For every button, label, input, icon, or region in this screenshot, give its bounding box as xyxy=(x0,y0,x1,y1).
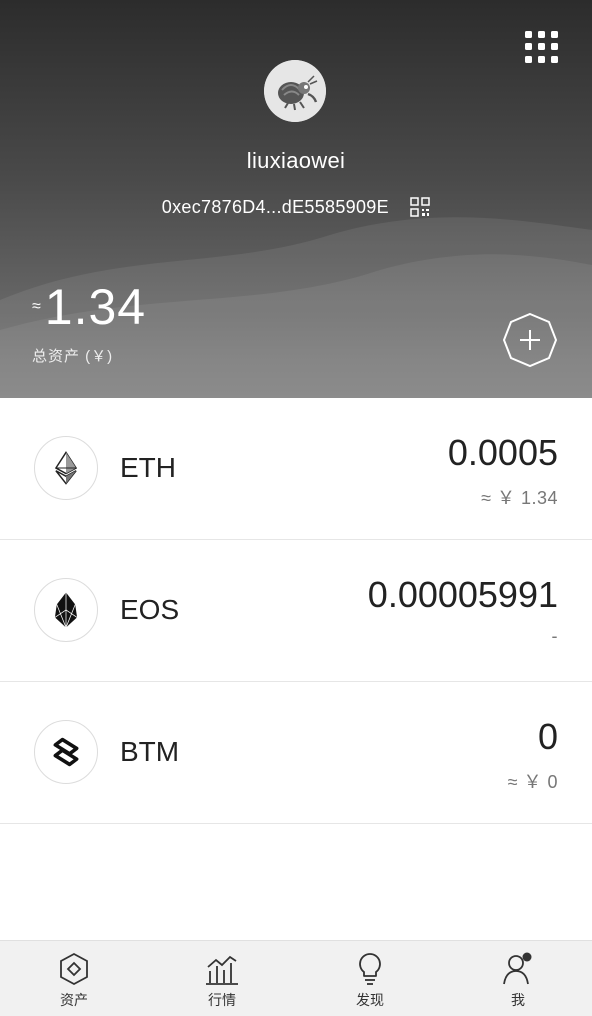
total-balance: ≈1.34 xyxy=(32,278,146,336)
coin-fiat-value: ≈ ￥ 1.34 xyxy=(481,488,558,508)
bytom-icon xyxy=(34,720,98,784)
coin-amount: 0.0005 xyxy=(447,432,558,473)
discover-icon xyxy=(359,953,381,985)
total-assets-label: 总资产 (￥) xyxy=(32,348,114,365)
asset-row-btm[interactable]: BTM 0 ≈ ￥ 0 xyxy=(0,682,592,824)
coin-amount: 0.00005991 xyxy=(367,574,558,615)
grid-dot xyxy=(525,43,532,51)
tab-label: 发现 xyxy=(356,992,384,1008)
menu-grid-button[interactable] xyxy=(522,28,560,66)
assets-icon xyxy=(60,952,88,986)
asset-row-eth[interactable]: ETH 0.0005 ≈ ￥ 1.34 xyxy=(0,398,592,540)
eos-icon xyxy=(34,578,98,642)
grid-dot xyxy=(525,55,532,63)
grid-dot xyxy=(551,43,558,51)
tab-market[interactable]: 行情 xyxy=(148,941,296,1016)
coin-symbol: ETH xyxy=(120,452,176,483)
coin-symbol: BTM xyxy=(120,736,180,767)
tab-label: 资产 xyxy=(60,992,88,1008)
asset-list: ETH 0.0005 ≈ ￥ 1.34 EOS 0.00005991 - BTM… xyxy=(0,398,592,824)
hermit-crab-avatar-icon xyxy=(264,60,326,122)
coin-fiat-value: - xyxy=(551,626,558,646)
profile-icon xyxy=(503,952,532,985)
wallet-header: liuxiaowei 0xec7876D4...dE5585909E ≈1.34… xyxy=(0,0,592,398)
avatar[interactable] xyxy=(264,60,326,122)
coin-fiat-value: ≈ ￥ 0 xyxy=(507,772,558,792)
grid-dot xyxy=(538,43,545,51)
wallet-address-row[interactable]: 0xec7876D4...dE5585909E xyxy=(0,196,592,218)
ethereum-icon xyxy=(34,436,98,500)
username: liuxiaowei xyxy=(246,148,346,173)
grid-dot xyxy=(551,55,558,63)
tab-label: 我 xyxy=(511,992,525,1008)
coin-amount: 0 xyxy=(537,716,558,757)
tab-label: 行情 xyxy=(208,992,236,1008)
tab-discover[interactable]: 发现 xyxy=(296,941,444,1016)
bottom-tab-bar: 资产 行情 发现 我 xyxy=(0,940,592,1016)
qr-code-icon[interactable] xyxy=(410,197,430,217)
add-asset-button[interactable] xyxy=(502,312,558,368)
grid-dot xyxy=(538,31,545,38)
coin-symbol: EOS xyxy=(120,594,180,625)
grid-dot xyxy=(525,31,532,38)
asset-row-eos[interactable]: EOS 0.00005991 - xyxy=(0,540,592,682)
grid-dot xyxy=(551,31,558,38)
wallet-address: 0xec7876D4...dE5585909E xyxy=(161,196,389,217)
market-icon xyxy=(206,955,238,985)
balance-value: 1.34 xyxy=(44,279,147,335)
approx-symbol: ≈ xyxy=(32,298,41,315)
notification-dot-icon xyxy=(522,952,532,962)
add-hexagon-icon xyxy=(502,312,558,368)
tab-assets[interactable]: 资产 xyxy=(0,941,148,1016)
grid-dot xyxy=(538,55,545,63)
tab-profile[interactable]: 我 xyxy=(444,941,592,1016)
